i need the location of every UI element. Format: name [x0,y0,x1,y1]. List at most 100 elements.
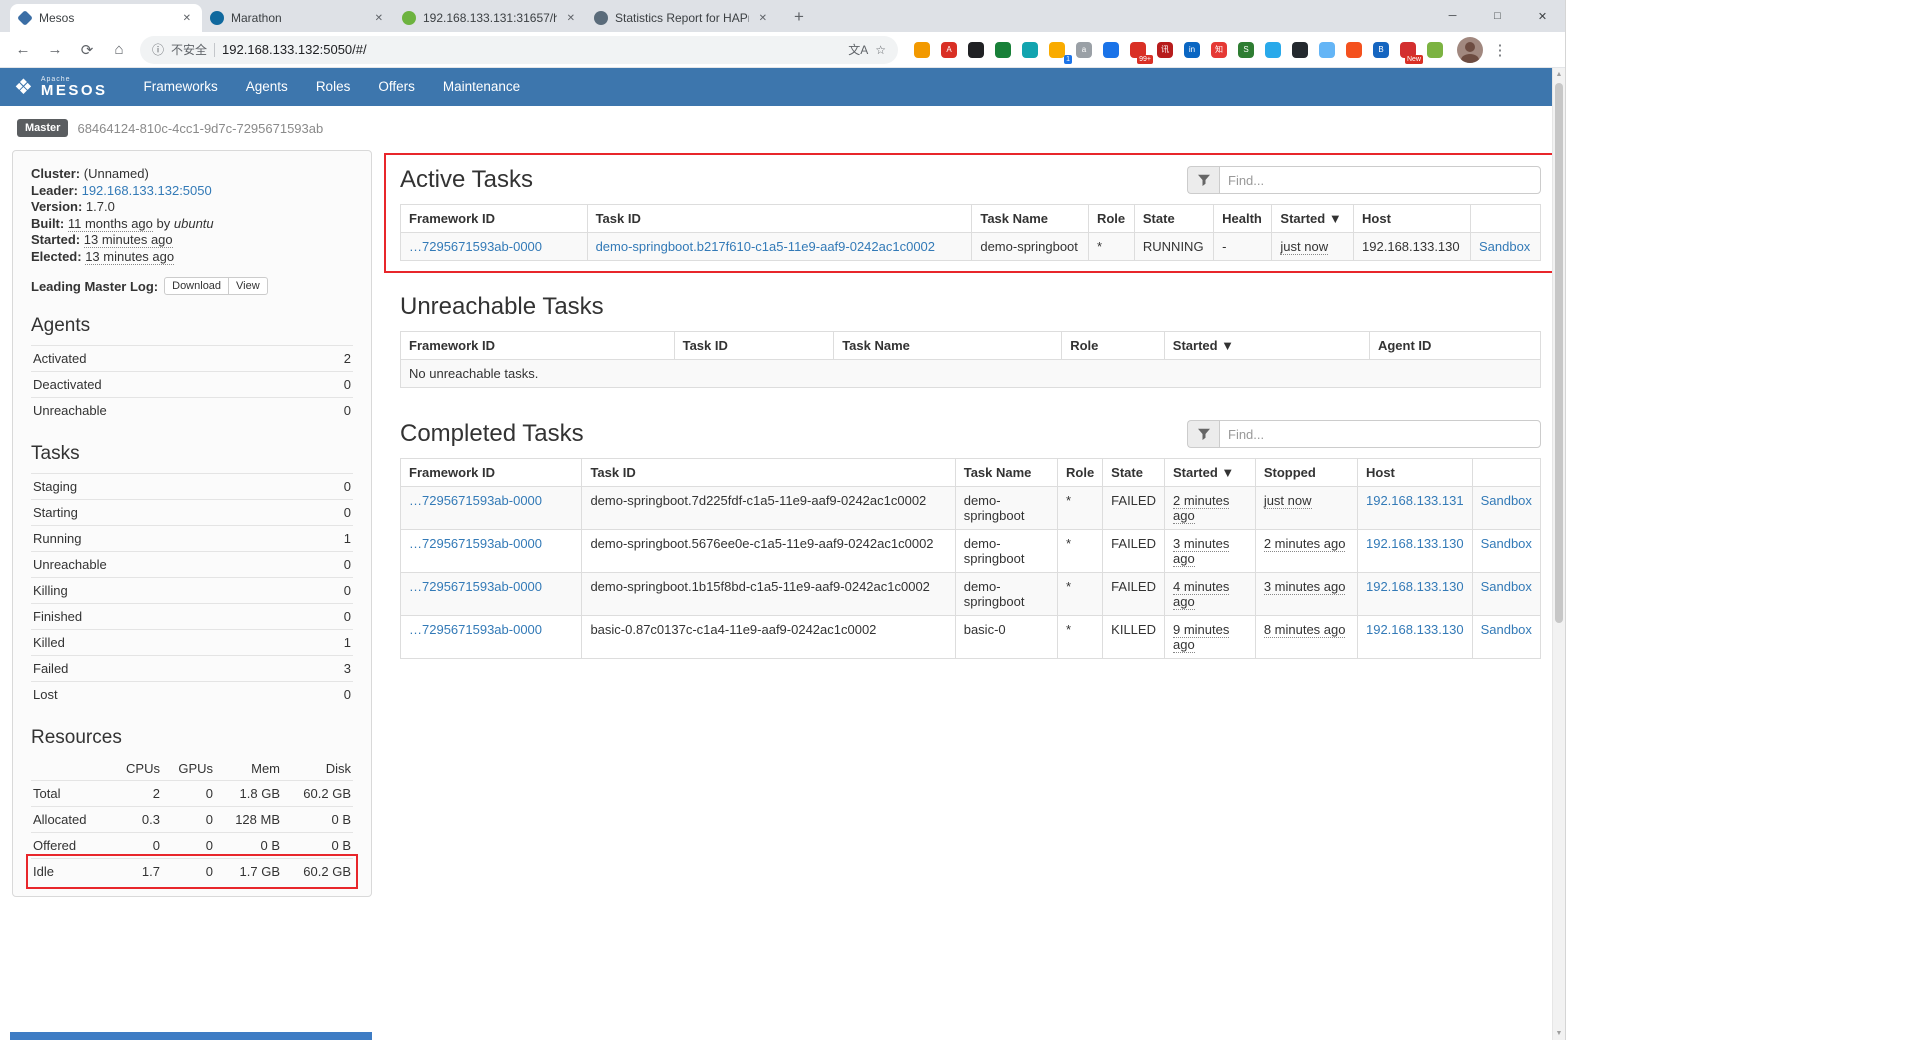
page-info-icon[interactable]: ⓘ [152,41,164,58]
nav-item-maintenance[interactable]: Maintenance [429,68,534,106]
column-header[interactable]: Framework ID [401,459,582,487]
column-header[interactable]: Framework ID [401,332,675,360]
find-input[interactable] [1219,420,1541,448]
reload-icon[interactable]: ⟳ [72,35,102,65]
sandbox-link[interactable]: Sandbox [1481,493,1532,508]
column-header[interactable]: Task ID [587,205,972,233]
column-header[interactable]: Health [1214,205,1272,233]
download-button[interactable]: Download [164,277,229,295]
host-link[interactable]: 192.168.133.130 [1366,579,1464,594]
scrollbar-up-icon[interactable]: ▲ [1553,68,1565,81]
host-link[interactable]: 192.168.133.130 [1366,622,1464,637]
column-header[interactable]: Task Name [955,459,1057,487]
framework-id-link[interactable]: …7295671593ab-0000 [409,239,542,254]
nav-item-roles[interactable]: Roles [302,68,365,106]
tab-close-icon[interactable]: ✕ [180,12,194,25]
column-header[interactable]: Stopped [1255,459,1357,487]
extension-icon[interactable]: 99+ [1126,38,1150,62]
nav-item-frameworks[interactable]: Frameworks [130,68,232,106]
home-icon[interactable]: ⌂ [104,35,134,65]
tab-close-icon[interactable]: ✕ [564,12,578,25]
sandbox-link[interactable]: Sandbox [1481,622,1532,637]
close-icon[interactable]: ✕ [1520,0,1565,32]
extension-icon[interactable] [1018,38,1042,62]
column-header[interactable]: Started ▼ [1164,332,1369,360]
leader-link[interactable]: 192.168.133.132:5050 [82,183,212,198]
column-header[interactable]: Task ID [674,332,834,360]
column-header[interactable]: Framework ID [401,205,588,233]
tab-close-icon[interactable]: ✕ [756,12,770,25]
column-header[interactable]: Role [1088,205,1134,233]
task-id-link[interactable]: demo-springboot.b217f610-c1a5-11e9-aaf9-… [596,239,935,254]
nav-item-offers[interactable]: Offers [364,68,429,106]
forward-icon[interactable]: → [40,35,70,65]
sandbox-link[interactable]: Sandbox [1481,536,1532,551]
stopped-time-cell: just now [1255,487,1357,530]
column-header[interactable] [1472,459,1540,487]
framework-id-link[interactable]: …7295671593ab-0000 [409,579,542,594]
extension-icon[interactable] [964,38,988,62]
nav-item-agents[interactable]: Agents [232,68,302,106]
filter-funnel-icon[interactable] [1187,166,1219,194]
extension-icon[interactable]: New [1396,38,1420,62]
extension-icon[interactable]: 知 [1207,38,1231,62]
profile-avatar[interactable] [1457,37,1483,63]
bookmark-star-icon[interactable]: ☆ [875,43,886,57]
extension-icon[interactable]: 讯 [1153,38,1177,62]
started-time-cell: 2 minutes ago [1164,487,1255,530]
column-header[interactable]: Task ID [582,459,955,487]
scrollbar-down-icon[interactable]: ▼ [1553,1027,1565,1040]
filter-funnel-icon[interactable] [1187,420,1219,448]
extension-icon[interactable] [1315,38,1339,62]
browser-tab[interactable]: 192.168.133.131:31657/hello✕ [394,4,586,32]
sandbox-link[interactable]: Sandbox [1479,239,1530,254]
column-header[interactable]: State [1103,459,1165,487]
find-input[interactable] [1219,166,1541,194]
browser-tab[interactable]: Mesos✕ [10,4,202,32]
minimize-icon[interactable]: ─ [1430,0,1475,32]
framework-id-link[interactable]: …7295671593ab-0000 [409,536,542,551]
browser-menu-icon[interactable]: ⋮ [1485,35,1515,65]
extension-icon[interactable] [991,38,1015,62]
view-button[interactable]: View [228,277,268,295]
scrollbar-thumb[interactable] [1555,83,1563,623]
column-header[interactable]: Started ▼ [1164,459,1255,487]
extension-icon[interactable] [1423,38,1447,62]
extension-icon[interactable]: in [1180,38,1204,62]
host-link[interactable]: 192.168.133.131 [1366,493,1464,508]
tab-close-icon[interactable]: ✕ [372,12,386,25]
framework-id-link[interactable]: …7295671593ab-0000 [409,622,542,637]
maximize-icon[interactable]: □ [1475,0,1520,32]
extension-icon[interactable] [1261,38,1285,62]
extension-icon[interactable] [1288,38,1312,62]
browser-tab[interactable]: Statistics Report for HAProxy✕ [586,4,778,32]
extension-icon[interactable] [910,38,934,62]
back-icon[interactable]: ← [8,35,38,65]
extension-icon[interactable]: S [1234,38,1258,62]
extension-icon[interactable] [1099,38,1123,62]
column-header[interactable]: Task Name [972,205,1089,233]
column-header[interactable] [1470,205,1540,233]
column-header[interactable]: Started ▼ [1272,205,1354,233]
column-header[interactable]: Host [1354,205,1471,233]
host-link[interactable]: 192.168.133.130 [1366,536,1464,551]
translate-icon[interactable]: 文A [848,41,868,58]
framework-id-link[interactable]: …7295671593ab-0000 [409,493,542,508]
sandbox-link[interactable]: Sandbox [1481,579,1532,594]
address-bar[interactable]: ⓘ 不安全 192.168.133.132:5050/#/ 文A ☆ [140,36,898,64]
extension-icon[interactable]: A [937,38,961,62]
column-header[interactable]: Task Name [834,332,1062,360]
column-header[interactable]: Host [1357,459,1472,487]
column-header[interactable]: State [1134,205,1213,233]
browser-tab[interactable]: Marathon✕ [202,4,394,32]
extension-icon[interactable] [1342,38,1366,62]
column-header[interactable]: Role [1058,459,1103,487]
extension-icon[interactable]: 1 [1045,38,1069,62]
extension-icon[interactable]: B [1369,38,1393,62]
new-tab-button[interactable]: + [786,4,812,30]
mesos-brand[interactable]: ❖ Apache MESOS [14,76,108,98]
column-header[interactable]: Agent ID [1369,332,1540,360]
extension-icon[interactable]: a [1072,38,1096,62]
column-header[interactable]: Role [1062,332,1165,360]
page-scrollbar[interactable]: ▲ ▼ [1552,68,1565,1040]
